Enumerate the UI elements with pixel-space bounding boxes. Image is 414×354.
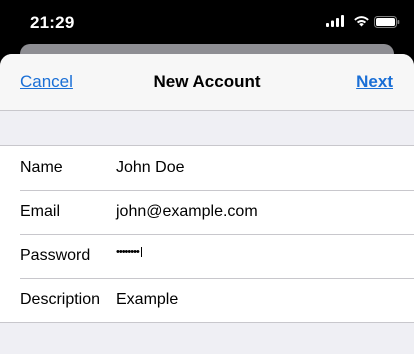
email-row[interactable]: Email john@example.com xyxy=(0,190,414,234)
password-dots: •••••••• xyxy=(116,246,140,258)
status-bar: 21:29 xyxy=(0,0,414,44)
name-row[interactable]: Name John Doe xyxy=(0,146,414,190)
email-label: Email xyxy=(20,203,61,220)
name-label: Name xyxy=(20,159,63,176)
password-label: Password xyxy=(20,247,91,264)
next-button[interactable]: Next xyxy=(356,72,393,92)
page-title: New Account xyxy=(153,72,261,91)
status-time: 21:29 xyxy=(30,13,75,32)
description-field[interactable]: Example xyxy=(116,291,178,309)
status-icons xyxy=(310,15,400,29)
navigation-bar: Cancel New Account Next xyxy=(0,54,414,111)
text-cursor xyxy=(140,247,142,258)
email-field[interactable]: john@example.com xyxy=(116,203,258,221)
wifi-icon xyxy=(354,16,369,27)
name-field[interactable]: John Doe xyxy=(116,159,185,177)
account-form: Name John Doe Email john@example.com Pas… xyxy=(0,145,414,323)
password-row[interactable]: Password •••••••• xyxy=(0,234,414,278)
description-label: Description xyxy=(20,291,101,308)
new-account-sheet: Cancel New Account Next Name John Doe Em… xyxy=(0,54,414,354)
battery-icon xyxy=(374,16,400,28)
password-field[interactable]: •••••••• xyxy=(116,246,142,258)
description-row[interactable]: Description Example xyxy=(0,278,414,322)
signal-icon xyxy=(326,15,344,27)
